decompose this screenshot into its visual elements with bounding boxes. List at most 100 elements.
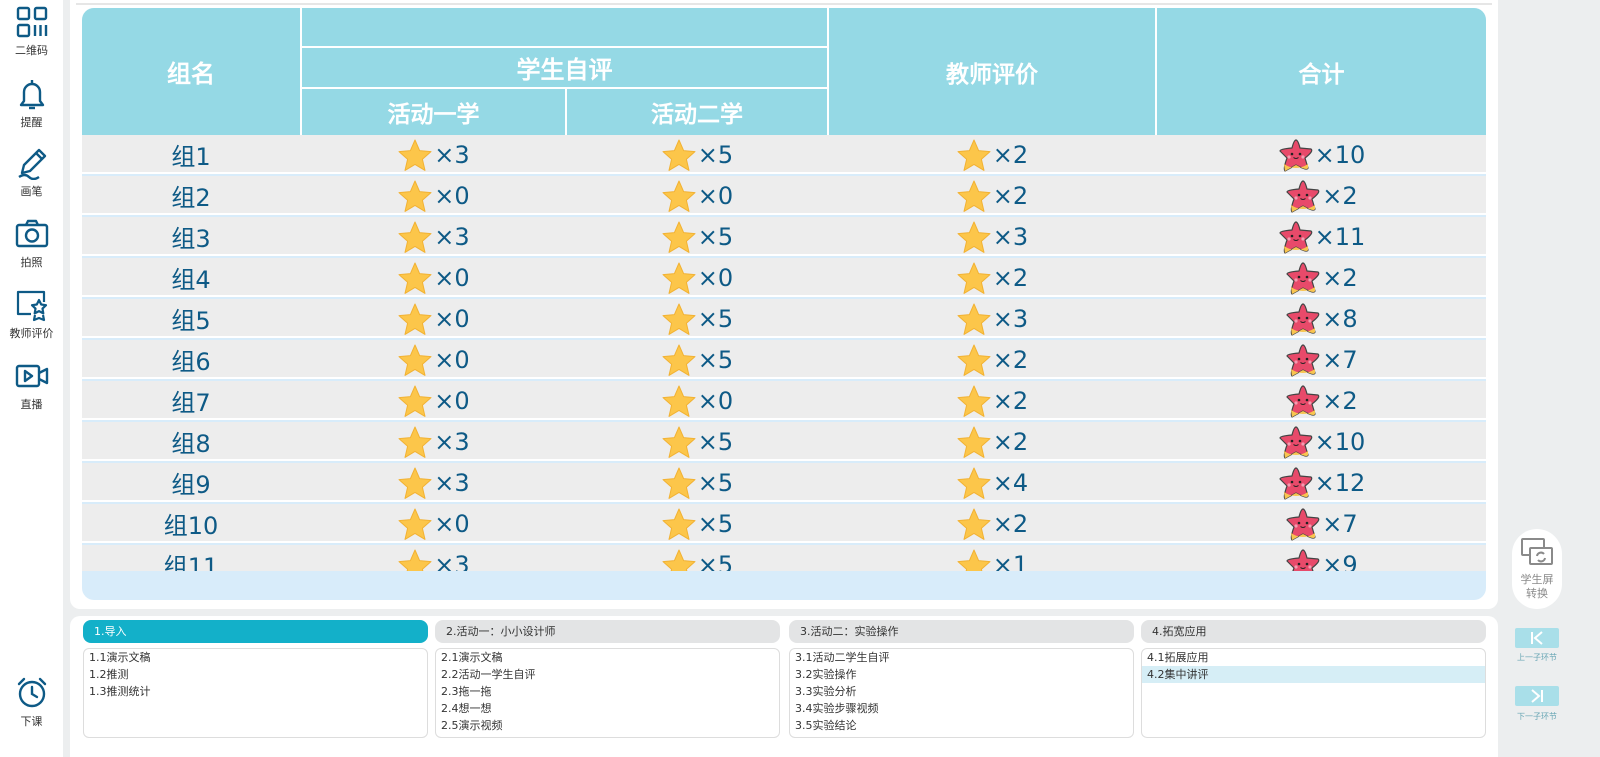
group-name: 组11 <box>163 553 219 571</box>
star-count: ×5 <box>697 345 734 374</box>
subsection-item[interactable]: 1.3推测统计 <box>84 683 427 700</box>
subsection-item[interactable]: 2.4想一想 <box>436 700 779 717</box>
subsection-item[interactable]: 4.1拓展应用 <box>1142 649 1485 666</box>
star-icon <box>397 220 433 254</box>
cell-a2: ×0 <box>567 176 827 215</box>
star-count: ×8 <box>1322 304 1358 333</box>
subsection-item[interactable]: 3.4实验步骤视频 <box>790 700 1133 717</box>
toolbar-qrcode[interactable]: 二维码 <box>0 5 63 58</box>
star-icon <box>956 220 992 254</box>
section-tab-1[interactable]: 1.导入 <box>83 620 428 643</box>
subsection-item[interactable]: 2.2活动一学生自评 <box>436 666 779 683</box>
skip-back-icon <box>1531 631 1543 645</box>
cell-a1: ×3 <box>302 422 565 461</box>
table-row: 组9 ×3 ×5 ×4 ×12 <box>82 463 1486 502</box>
star-icon <box>661 261 697 295</box>
star-count: ×0 <box>434 263 470 292</box>
star-count: ×5 <box>697 550 734 572</box>
red-star-icon <box>1278 425 1314 459</box>
live-icon <box>15 364 48 388</box>
star-icon <box>397 179 433 213</box>
star-icon <box>956 548 992 571</box>
subsection-item[interactable]: 1.2推测 <box>84 666 427 683</box>
subsection-item[interactable]: 3.1活动二学生自评 <box>790 649 1133 666</box>
cell-teacher: ×2 <box>829 422 1155 461</box>
red-star-icon <box>1285 179 1321 213</box>
subsection-item[interactable]: 1.1演示文稿 <box>84 649 427 666</box>
toolbar-reminder[interactable]: 提醒 <box>0 77 63 130</box>
screen-switch-icon <box>1521 538 1553 565</box>
toolbar-teacher-review[interactable]: 教师评价 <box>0 288 63 341</box>
switch-label-1: 学生屏 <box>1520 573 1554 586</box>
star-icon <box>956 261 992 295</box>
teacher-review-icon <box>16 290 47 322</box>
red-star-icon <box>1278 466 1314 500</box>
star-count: ×0 <box>434 345 470 374</box>
subsection-item[interactable]: 3.5实验结论 <box>790 717 1133 734</box>
table-row: 组5 ×0 ×5 ×3 ×8 <box>82 299 1486 338</box>
star-count: ×0 <box>697 263 734 292</box>
star-icon <box>397 138 433 172</box>
student-screen-switch-button[interactable]: 学生屏 转换 <box>1512 529 1562 609</box>
star-icon <box>661 466 697 500</box>
subsection-item[interactable]: 2.5演示视频 <box>436 717 779 734</box>
section-tab-3[interactable]: 3.活动二：实验操作 <box>789 620 1134 643</box>
star-icon <box>397 302 433 336</box>
cell-group: 组3 <box>82 217 300 256</box>
header-student-self: 学生自评 <box>516 56 613 84</box>
main-panel: 组名 学生自评 活动一学 活动二学 教师评价 合计 组1 ×3 ×5 ×2 ×10 组2 ×… <box>70 0 1498 609</box>
subsection-item[interactable]: 3.2实验操作 <box>790 666 1133 683</box>
red-star-icon <box>1278 220 1314 254</box>
star-icon <box>956 384 992 418</box>
red-star-icon <box>1285 548 1321 571</box>
prev-subsection-button[interactable] <box>1515 628 1559 648</box>
star-count: ×5 <box>697 427 734 456</box>
bell-icon <box>19 80 44 110</box>
subsection-item[interactable]: 3.3实验分析 <box>790 683 1133 700</box>
group-name: 组9 <box>171 471 211 499</box>
cell-group: 组2 <box>82 176 300 215</box>
cell-a2: ×5 <box>567 217 827 256</box>
table-body[interactable]: 组1 ×3 ×5 ×2 ×10 组2 ×0 ×0 ×2 ×2 组3 ×3 ×5 ×3 ×11 组4 ×0 ×0 ×2… <box>82 135 1486 571</box>
cell-teacher: ×2 <box>829 381 1155 420</box>
section-tab-2[interactable]: 2.活动一：小小设计师 <box>435 620 780 643</box>
star-icon <box>661 179 697 213</box>
toolbar-camera[interactable]: 拍照 <box>0 217 63 270</box>
subsection-item[interactable]: 4.2集中讲评 <box>1142 666 1485 683</box>
header-total: 合计 <box>1298 61 1345 88</box>
cell-a1: ×3 <box>302 217 565 256</box>
toolbar-pen[interactable]: 画笔 <box>0 146 63 199</box>
star-count: ×5 <box>697 509 734 538</box>
cell-total: ×7 <box>1157 504 1486 543</box>
star-count: ×10 <box>1314 140 1366 169</box>
toolbar-pen-label: 画笔 <box>20 185 43 198</box>
star-count: ×0 <box>434 509 470 538</box>
prev-subsection-label: 上一子环节 <box>1517 653 1557 662</box>
star-icon <box>956 507 992 541</box>
star-count: ×2 <box>992 427 1029 456</box>
star-count: ×9 <box>1322 550 1358 572</box>
star-count: ×3 <box>434 468 470 497</box>
cell-a2: ×5 <box>567 299 827 338</box>
star-count: ×10 <box>1314 427 1366 456</box>
red-star-icon <box>1278 138 1314 172</box>
cell-total: ×2 <box>1157 381 1486 420</box>
section-tab-4[interactable]: 4.拓宽应用 <box>1141 620 1486 643</box>
toolbar-live[interactable]: 直播 <box>0 359 63 412</box>
star-count: ×5 <box>697 222 734 251</box>
end-class-button[interactable]: 下课 <box>0 676 63 729</box>
cell-group: 组4 <box>82 258 300 297</box>
star-count: ×4 <box>992 468 1029 497</box>
red-star-icon <box>1285 343 1321 377</box>
toolbar-camera-label: 拍照 <box>20 256 43 269</box>
subsection-item[interactable]: 2.1演示文稿 <box>436 649 779 666</box>
header-activity1: 活动一学 <box>387 102 480 128</box>
cell-total: ×11 <box>1157 217 1486 256</box>
cell-group: 组11 <box>82 545 300 571</box>
next-subsection-button[interactable] <box>1515 686 1559 706</box>
subsection-item[interactable]: 2.3拖一拖 <box>436 683 779 700</box>
star-icon <box>661 138 697 172</box>
cell-a2: ×5 <box>567 422 827 461</box>
star-icon <box>661 548 697 571</box>
cell-a2: ×5 <box>567 545 827 571</box>
